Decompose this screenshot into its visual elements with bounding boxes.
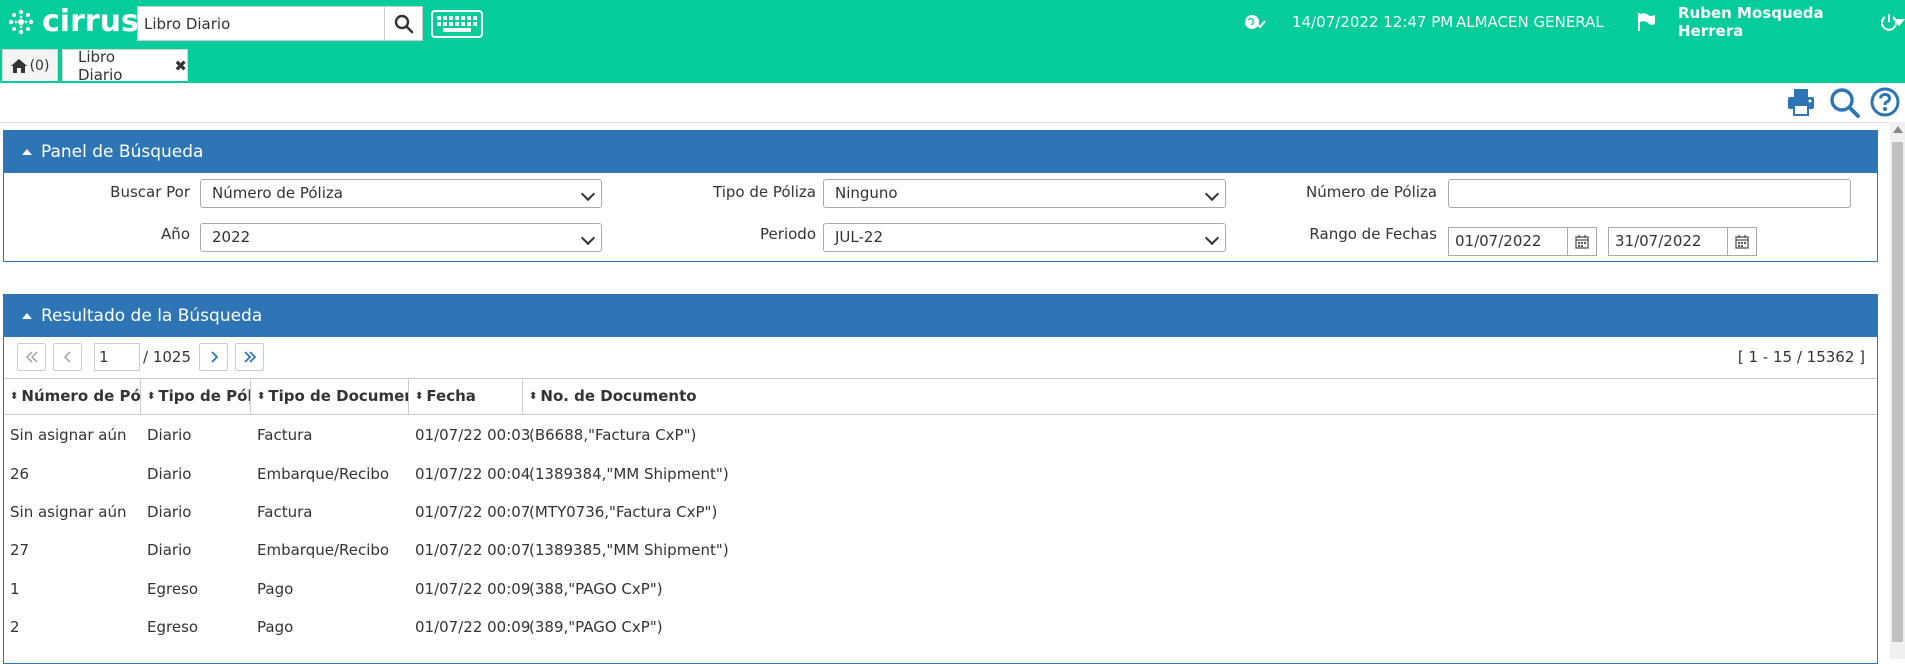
table-row[interactable]: Sin asignar aún Diario Factura 01/07/22 …	[4, 493, 1877, 531]
calendar-button[interactable]	[1567, 228, 1596, 255]
chevron-right-icon	[210, 351, 218, 363]
global-search	[137, 6, 423, 41]
column-header-tipo-poliza[interactable]: ⬍Tipo de Póliza	[141, 379, 251, 414]
anio-label: Año	[161, 225, 190, 243]
previous-page-button[interactable]	[53, 343, 82, 371]
sort-icon: ⬍	[529, 390, 538, 402]
home-count: (0)	[29, 57, 50, 74]
table-row[interactable]: 1 Egreso Pago 01/07/22 00:09 (388,"PAGO …	[4, 570, 1877, 608]
search-panel-title: Panel de Búsqueda	[41, 142, 204, 162]
periodo-select[interactable]: JUL-22	[823, 223, 1226, 252]
logo-text: cirrus	[42, 4, 139, 39]
help-icon	[1870, 87, 1900, 117]
numero-poliza-label: Número de Póliza	[1306, 183, 1437, 201]
flag-icon	[1638, 13, 1655, 31]
double-chevron-right-icon	[243, 351, 256, 363]
chevron-left-icon	[63, 351, 71, 363]
table-row[interactable]: 27 Diario Embarque/Recibo 01/07/22 00:07…	[4, 531, 1877, 569]
search-panel: Panel de Búsqueda Buscar Por Número de P…	[3, 130, 1878, 262]
record-range: [ 1 - 15 / 15362 ]	[1737, 348, 1865, 366]
page-scrollbar[interactable]	[1890, 122, 1905, 659]
datetime: 14/07/2022 12:47 PM	[1292, 13, 1454, 31]
buscar-por-select[interactable]: Número de Póliza	[200, 179, 602, 208]
tab-label: Libro Diario	[78, 47, 123, 84]
fecha-fin-value: 31/07/2022	[1615, 232, 1702, 250]
next-page-button[interactable]	[199, 343, 228, 371]
periodo-value: JUL-22	[835, 228, 883, 246]
buscar-por-value: Número de Póliza	[212, 184, 343, 202]
cirrus-logo-icon	[8, 9, 34, 35]
page-number-input[interactable]: 1	[94, 343, 140, 371]
print-button[interactable]	[1786, 87, 1818, 119]
rango-fechas-label: Rango de Fechas	[1309, 225, 1437, 243]
magnifier-icon	[1830, 88, 1860, 118]
last-page-button[interactable]	[235, 343, 264, 371]
tipo-poliza-label: Tipo de Póliza	[713, 183, 816, 201]
search-icon	[394, 14, 413, 33]
sort-icon: ⬍	[147, 390, 156, 402]
chevron-down-icon	[580, 230, 596, 246]
global-search-input[interactable]	[138, 7, 388, 40]
keyboard-icon	[431, 10, 483, 38]
tipo-poliza-value: Ninguno	[835, 184, 898, 202]
calendar-icon	[1575, 234, 1589, 249]
fecha-inicio-value: 01/07/2022	[1455, 232, 1542, 250]
tab-bar: (0) Libro Diario ✖	[0, 44, 1905, 84]
search-button[interactable]	[384, 7, 422, 40]
user-name: Ruben Mosqueda Herrera	[1678, 4, 1824, 40]
sort-icon: ⬍	[257, 390, 266, 402]
cirrus-logo[interactable]: cirrus	[6, 4, 139, 40]
home-icon	[10, 58, 27, 73]
search-tool-button[interactable]	[1829, 87, 1861, 119]
anio-value: 2022	[212, 228, 251, 246]
keyboard-button[interactable]	[431, 10, 483, 38]
column-header-fecha[interactable]: ⬍ Fecha	[409, 379, 523, 414]
collapse-icon	[22, 149, 32, 155]
warehouse-name[interactable]: ALMACEN GENERAL	[1456, 0, 1604, 44]
page-total: / 1025	[143, 348, 191, 366]
chevron-down-icon	[1204, 186, 1220, 202]
column-header-no-documento[interactable]: ⬍ No. de Documento	[523, 379, 1877, 414]
fecha-fin-field[interactable]: 31/07/2022	[1608, 227, 1757, 256]
help-button[interactable]	[1870, 87, 1902, 119]
toolbar	[0, 83, 1900, 123]
numero-poliza-input[interactable]	[1448, 179, 1851, 208]
tab-home[interactable]: (0)	[2, 49, 58, 81]
sort-icon: ⬍	[10, 390, 19, 402]
anio-select[interactable]: 2022	[200, 223, 602, 252]
sort-icon: ⬍	[415, 390, 424, 402]
double-chevron-left-icon	[25, 351, 38, 363]
printer-icon	[1788, 89, 1814, 116]
results-table-header: ⬍Número de Póliza ⬍Tipo de Póliza ⬍Tipo …	[4, 378, 1877, 415]
power-icon	[1881, 14, 1897, 31]
scroll-thumb[interactable]	[1892, 142, 1903, 642]
top-bar: cirrus 14/07/2022 12:47 PM ALMACEN G	[0, 0, 1905, 44]
table-row[interactable]: 2 Egreso Pago 01/07/22 00:09 (389,"PAGO …	[4, 608, 1877, 646]
power-button[interactable]	[1880, 0, 1898, 44]
notifications-button[interactable]	[1636, 0, 1656, 44]
globe-check-icon	[1245, 15, 1266, 29]
user-menu[interactable]: Ruben Mosqueda Herrera	[1678, 0, 1905, 44]
column-header-tipo-documento[interactable]: ⬍Tipo de Documento	[251, 379, 409, 414]
column-header-numero-poliza[interactable]: ⬍Número de Póliza	[4, 379, 141, 414]
collapse-icon	[22, 313, 32, 319]
periodo-label: Periodo	[760, 225, 816, 243]
search-panel-header[interactable]: Panel de Búsqueda	[4, 131, 1877, 173]
chevron-down-icon	[580, 186, 596, 202]
table-row[interactable]: 26 Diario Embarque/Recibo 01/07/22 00:04…	[4, 455, 1877, 493]
results-panel-header[interactable]: Resultado de la Búsqueda	[4, 295, 1877, 337]
first-page-button[interactable]	[17, 343, 46, 371]
scroll-up-icon[interactable]	[1893, 126, 1903, 133]
calendar-button[interactable]	[1727, 228, 1756, 255]
connection-status[interactable]	[1244, 0, 1266, 44]
buscar-por-label: Buscar Por	[110, 183, 190, 201]
table-row[interactable]: Sin asignar aún Diario Factura 01/07/22 …	[4, 416, 1877, 454]
fecha-inicio-field[interactable]: 01/07/2022	[1448, 227, 1597, 256]
tipo-poliza-select[interactable]: Ninguno	[823, 179, 1226, 208]
tab-libro-diario[interactable]: Libro Diario ✖	[62, 47, 188, 84]
results-panel-title: Resultado de la Búsqueda	[41, 306, 263, 326]
calendar-icon	[1735, 234, 1749, 249]
close-icon[interactable]: ✖	[174, 57, 187, 75]
chevron-down-icon	[1204, 230, 1220, 246]
